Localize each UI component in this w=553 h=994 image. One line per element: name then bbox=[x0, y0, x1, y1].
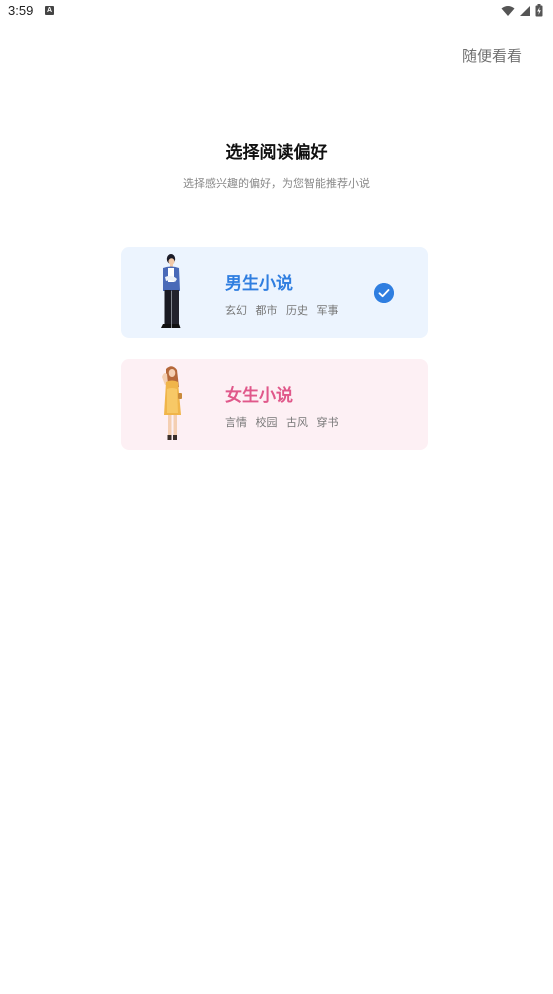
tag: 校园 bbox=[255, 416, 278, 429]
tag: 穿书 bbox=[316, 416, 339, 429]
status-icons bbox=[501, 4, 543, 17]
status-time: 3:59 bbox=[8, 3, 34, 18]
option-card-female[interactable]: 女生小说 言情 校园 古风 穿书 bbox=[121, 359, 428, 450]
option-title: 男生小说 bbox=[225, 274, 293, 294]
tag: 军事 bbox=[316, 304, 339, 317]
tag: 历史 bbox=[286, 304, 308, 317]
status-bar: 3:59 A bbox=[0, 0, 553, 24]
wifi-icon bbox=[501, 5, 515, 16]
notification-icon: A bbox=[45, 6, 54, 15]
option-card-male[interactable]: 男生小说 玄幻 都市 历史 军事 bbox=[121, 247, 428, 338]
page-subtitle: 选择感兴趣的偏好，为您智能推荐小说 bbox=[183, 177, 370, 190]
signal-icon bbox=[520, 5, 530, 16]
tag: 玄幻 bbox=[225, 304, 247, 317]
option-tags: 言情 校园 古风 穿书 bbox=[225, 414, 344, 430]
option-title: 女生小说 bbox=[225, 386, 293, 406]
tag: 言情 bbox=[225, 416, 247, 429]
page-title: 选择阅读偏好 bbox=[225, 143, 328, 163]
male-reader-illustration bbox=[161, 254, 181, 328]
battery-icon bbox=[535, 4, 543, 17]
female-reader-illustration bbox=[162, 366, 182, 440]
skip-button[interactable]: 随便看看 bbox=[462, 45, 522, 66]
tag: 古风 bbox=[286, 416, 308, 429]
tag: 都市 bbox=[255, 304, 278, 317]
option-tags: 玄幻 都市 历史 军事 bbox=[225, 302, 344, 318]
selected-check-icon bbox=[374, 283, 394, 303]
